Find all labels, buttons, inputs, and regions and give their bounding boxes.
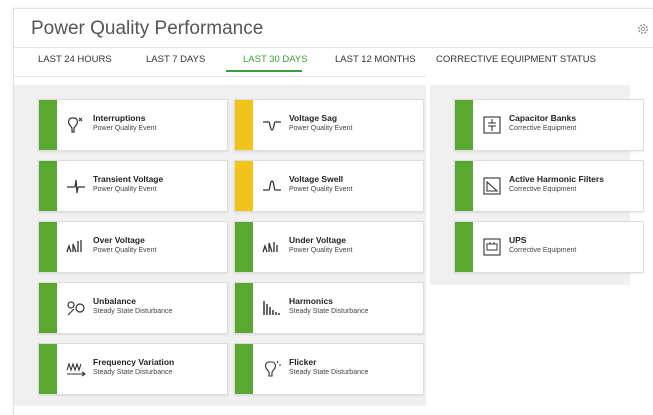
card-title: UPS (509, 235, 527, 245)
card-voltage-sag[interactable]: Voltage Sag Power Quality Event (234, 99, 424, 151)
card-subtitle: Steady State Disturbance (93, 308, 173, 315)
card-harmonics[interactable]: Harmonics Steady State Disturbance (234, 282, 424, 334)
card-subtitle: Steady State Disturbance (289, 308, 369, 315)
card-interruptions[interactable]: Interruptions Power Quality Event (38, 99, 228, 151)
tab-corrective-equipment-status[interactable]: CORRECTIVE EQUIPMENT STATUS (436, 54, 596, 65)
status-bar (39, 161, 57, 211)
card-transient-voltage[interactable]: Transient Voltage Power Quality Event (38, 160, 228, 212)
time-range-tabs: LAST 24 HOURS LAST 7 DAYS LAST 30 DAYS L… (14, 54, 426, 76)
card-subtitle: Corrective Equipment (509, 247, 577, 254)
card-flicker[interactable]: Flicker Steady State Disturbance (234, 343, 424, 395)
status-bar (235, 222, 253, 272)
card-subtitle: Power Quality Event (93, 247, 157, 254)
card-unbalance[interactable]: Unbalance Steady State Disturbance (38, 282, 228, 334)
card-subtitle: Steady State Disturbance (93, 369, 173, 376)
card-title: Voltage Sag (289, 113, 338, 123)
card-title: Harmonics (289, 296, 333, 306)
card-active-harmonic-filters[interactable]: Active Harmonic Filters Corrective Equip… (454, 160, 644, 212)
card-capacitor-banks[interactable]: Capacitor Banks Corrective Equipment (454, 99, 644, 151)
harmonics-icon (263, 301, 280, 315)
interruption-icon (68, 117, 83, 133)
gear-icon[interactable] (636, 22, 650, 36)
filter-icon (483, 177, 501, 195)
card-title: Capacitor Banks (509, 113, 577, 123)
card-subtitle: Power Quality Event (93, 186, 157, 193)
card-subtitle: Corrective Equipment (509, 186, 577, 193)
card-title: Flicker (289, 357, 317, 367)
active-tab-indicator (226, 70, 302, 72)
status-bar (39, 344, 57, 394)
card-voltage-swell[interactable]: Voltage Swell Power Quality Event (234, 160, 424, 212)
flicker-icon (265, 360, 281, 377)
capacitor-icon (483, 116, 501, 134)
status-bar (455, 222, 473, 272)
card-title: Frequency Variation (93, 357, 175, 367)
voltage-sag-icon (263, 121, 281, 131)
status-bar (455, 161, 473, 211)
status-bar (39, 222, 57, 272)
status-bar (39, 100, 57, 150)
status-bar (235, 283, 253, 333)
ups-icon (483, 238, 501, 256)
card-subtitle: Power Quality Event (289, 247, 353, 254)
unbalance-icon (67, 301, 85, 316)
card-title: Voltage Swell (289, 174, 344, 184)
card-title: Active Harmonic Filters (509, 174, 604, 184)
status-bar (235, 100, 253, 150)
tab-last-12-months[interactable]: LAST 12 MONTHS (335, 54, 416, 65)
frequency-icon (66, 362, 86, 377)
card-title: Under Voltage (289, 235, 346, 245)
panel-header: Power Quality Performance (14, 9, 653, 48)
over-voltage-icon (66, 240, 82, 253)
status-bar (235, 344, 253, 394)
tab-last-30-days[interactable]: LAST 30 DAYS (243, 54, 308, 65)
card-frequency-variation[interactable]: Frequency Variation Steady State Disturb… (38, 343, 228, 395)
card-subtitle: Power Quality Event (93, 125, 157, 132)
status-bar (455, 100, 473, 150)
card-over-voltage[interactable]: Over Voltage Power Quality Event (38, 221, 228, 273)
card-title: Interruptions (93, 113, 146, 123)
card-title: Unbalance (93, 296, 136, 306)
voltage-swell-icon (263, 180, 281, 191)
card-subtitle: Power Quality Event (289, 186, 353, 193)
card-subtitle: Power Quality Event (289, 125, 353, 132)
card-subtitle: Steady State Disturbance (289, 369, 369, 376)
under-voltage-icon (262, 242, 278, 253)
card-ups[interactable]: UPS Corrective Equipment (454, 221, 644, 273)
card-subtitle: Corrective Equipment (509, 125, 577, 132)
tab-last-7-days[interactable]: LAST 7 DAYS (146, 54, 205, 65)
card-under-voltage[interactable]: Under Voltage Power Quality Event (234, 221, 424, 273)
status-bar (39, 283, 57, 333)
tabs-divider (14, 76, 426, 77)
card-title: Transient Voltage (93, 174, 164, 184)
status-bar (235, 161, 253, 211)
transient-icon (67, 179, 85, 194)
tab-last-24-hours[interactable]: LAST 24 HOURS (38, 54, 112, 65)
card-title: Over Voltage (93, 235, 145, 245)
page-title: Power Quality Performance (31, 18, 264, 39)
